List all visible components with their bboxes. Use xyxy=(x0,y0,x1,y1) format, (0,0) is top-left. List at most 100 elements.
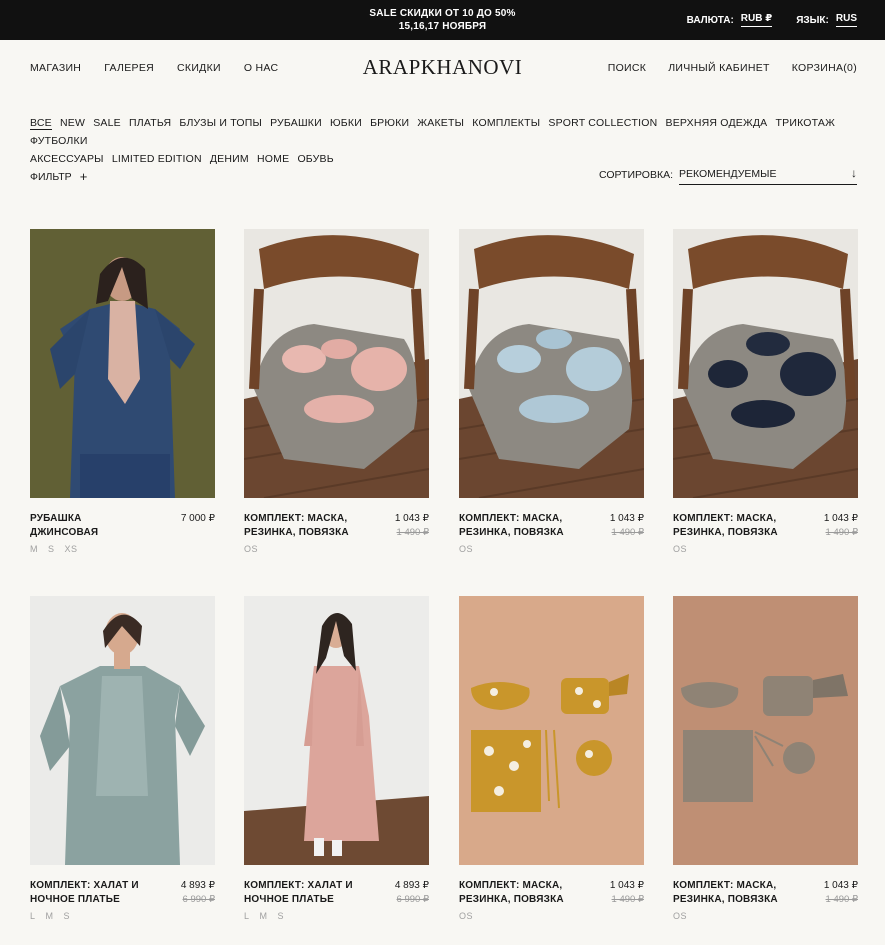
product-card[interactable]: КОМПЛЕКТ: МАСКА, РЕЗИНКА, ПОВЯЗКА 1 043 … xyxy=(673,596,858,929)
category-outerwear[interactable]: ВЕРХНЯЯ ОДЕЖДА xyxy=(666,117,768,129)
product-price: 1 043 ₽ xyxy=(823,513,858,524)
nav-search[interactable]: ПОИСК xyxy=(608,62,646,74)
category-shirts[interactable]: РУБАШКИ xyxy=(270,117,322,129)
arrow-down-icon: ↓ xyxy=(851,166,857,180)
size-option[interactable]: XS xyxy=(65,544,78,554)
product-price: 1 043 ₽ xyxy=(609,513,644,524)
product-old-price: 1 490 ₽ xyxy=(825,527,858,538)
size-list: LMS xyxy=(244,911,429,921)
site-header: МАГАЗИН ГАЛЕРЕЯ СКИДКИ О НАС ARAPKHANOVI… xyxy=(0,40,885,96)
size-option[interactable]: S xyxy=(278,911,285,921)
category-home[interactable]: HOME xyxy=(257,153,289,165)
product-old-price: 6 990 ₽ xyxy=(396,894,429,905)
product-price: 7 000 ₽ xyxy=(180,513,215,524)
language-selector[interactable]: RUS xyxy=(835,13,857,27)
promo-bar: SALE СКИДКИ ОТ 10 ДО 50% 15,16,17 НОЯБРЯ… xyxy=(0,0,885,40)
size-list: OS xyxy=(459,544,644,554)
product-image[interactable] xyxy=(30,596,215,865)
size-option[interactable]: L xyxy=(30,911,36,921)
plus-icon: + xyxy=(79,169,88,184)
product-image[interactable] xyxy=(459,596,644,865)
product-card[interactable]: КОМПЛЕКТ: МАСКА, РЕЗИНКА, ПОВЯЗКА 1 043 … xyxy=(244,229,429,562)
category-trousers[interactable]: БРЮКИ xyxy=(370,117,409,129)
language-label: ЯЗЫК: xyxy=(796,14,829,26)
product-name[interactable]: КОМПЛЕКТ: МАСКА, РЕЗИНКА, ПОВЯЗКА xyxy=(244,512,364,540)
product-card[interactable]: КОМПЛЕКТ: МАСКА, РЕЗИНКА, ПОВЯЗКА 1 043 … xyxy=(673,229,858,562)
category-sets[interactable]: КОМПЛЕКТЫ xyxy=(472,117,540,129)
product-price: 1 043 ₽ xyxy=(609,880,644,891)
category-limited[interactable]: LIMITED EDITION xyxy=(112,153,202,165)
sort-select[interactable]: РЕКОМЕНДУЕМЫЕ ↓ xyxy=(679,166,857,185)
product-price: 1 043 ₽ xyxy=(394,513,429,524)
size-list: M S XS xyxy=(30,544,215,554)
category-knitwear[interactable]: ТРИКОТАЖ xyxy=(776,117,836,129)
product-price: 1 043 ₽ xyxy=(823,880,858,891)
category-dresses[interactable]: ПЛАТЬЯ xyxy=(129,117,171,129)
category-accessories[interactable]: АКСЕССУАРЫ xyxy=(30,153,104,165)
size-option[interactable]: OS xyxy=(673,911,687,921)
promo-settings: ВАЛЮТА: RUB ₽ ЯЗЫК: RUS xyxy=(687,13,857,27)
product-image[interactable] xyxy=(244,596,429,865)
size-option[interactable]: S xyxy=(64,911,71,921)
product-name[interactable]: КОМПЛЕКТ: ХАЛАТ И НОЧНОЕ ПЛАТЬЕ xyxy=(244,879,364,907)
product-price: 4 893 ₽ xyxy=(180,880,215,891)
product-card[interactable]: КОМПЛЕКТ: ХАЛАТ И НОЧНОЕ ПЛАТЬЕ 4 893 ₽ … xyxy=(244,596,429,929)
product-image[interactable] xyxy=(673,229,858,498)
category-shoes[interactable]: ОБУВЬ xyxy=(297,153,333,165)
category-all[interactable]: ВСЕ xyxy=(30,117,52,130)
size-list: OS xyxy=(673,911,858,921)
size-list: OS xyxy=(673,544,858,554)
product-old-price: 1 490 ₽ xyxy=(825,894,858,905)
filter-label: ФИЛЬТР xyxy=(30,170,72,183)
size-option[interactable]: OS xyxy=(244,544,258,554)
category-list: ВСЕ NEW SALE ПЛАТЬЯ БЛУЗЫ И ТОПЫ РУБАШКИ… xyxy=(30,114,860,168)
currency-selector[interactable]: RUB ₽ xyxy=(740,13,773,27)
product-image[interactable] xyxy=(244,229,429,498)
product-image[interactable] xyxy=(30,229,215,498)
size-option[interactable]: M xyxy=(30,544,38,554)
nav-cart[interactable]: КОРЗИНА(0) xyxy=(792,62,857,74)
product-image[interactable] xyxy=(673,596,858,865)
product-name[interactable]: КОМПЛЕКТ: МАСКА, РЕЗИНКА, ПОВЯЗКА xyxy=(459,879,579,907)
product-card[interactable]: РУБАШКА ДЖИНСОВАЯ 7 000 ₽ M S XS xyxy=(30,229,215,562)
size-option[interactable]: M xyxy=(260,911,268,921)
size-option[interactable]: OS xyxy=(459,544,473,554)
product-old-price: 1 490 ₽ xyxy=(611,527,644,538)
filter-toggle[interactable]: ФИЛЬТР + xyxy=(30,169,87,184)
nav-account[interactable]: ЛИЧНЫЙ КАБИНЕТ xyxy=(668,62,770,74)
size-option[interactable]: OS xyxy=(459,911,473,921)
sort-label: СОРТИРОВКА: xyxy=(599,169,673,181)
category-sale[interactable]: SALE xyxy=(93,117,121,129)
sort-value: РЕКОМЕНДУЕМЫЕ xyxy=(679,168,777,180)
product-name[interactable]: РУБАШКА ДЖИНСОВАЯ xyxy=(30,512,150,540)
product-name[interactable]: КОМПЛЕКТ: МАСКА, РЕЗИНКА, ПОВЯЗКА xyxy=(673,879,793,907)
size-list: LMS xyxy=(30,911,215,921)
product-image[interactable] xyxy=(459,229,644,498)
user-nav: ПОИСК ЛИЧНЫЙ КАБИНЕТ КОРЗИНА(0) xyxy=(586,62,857,74)
product-name[interactable]: КОМПЛЕКТ: МАСКА, РЕЗИНКА, ПОВЯЗКА xyxy=(673,512,793,540)
category-tshirts[interactable]: ФУТБОЛКИ xyxy=(30,135,88,147)
product-old-price: 6 990 ₽ xyxy=(182,894,215,905)
size-list: OS xyxy=(244,544,429,554)
product-name[interactable]: КОМПЛЕКТ: МАСКА, РЕЗИНКА, ПОВЯЗКА xyxy=(459,512,579,540)
product-old-price: 1 490 ₽ xyxy=(611,894,644,905)
size-list: OS xyxy=(459,911,644,921)
category-denim[interactable]: ДЕНИМ xyxy=(210,153,249,165)
product-card[interactable]: КОМПЛЕКТ: МАСКА, РЕЗИНКА, ПОВЯЗКА 1 043 … xyxy=(459,229,644,562)
currency-label: ВАЛЮТА: xyxy=(686,14,734,26)
size-option[interactable]: M xyxy=(46,911,54,921)
category-skirts[interactable]: ЮБКИ xyxy=(330,117,362,129)
product-card[interactable]: КОМПЛЕКТ: ХАЛАТ И НОЧНОЕ ПЛАТЬЕ 4 893 ₽ … xyxy=(30,596,215,929)
product-name[interactable]: КОМПЛЕКТ: ХАЛАТ И НОЧНОЕ ПЛАТЬЕ xyxy=(30,879,150,907)
size-option[interactable]: S xyxy=(48,544,55,554)
product-price: 4 893 ₽ xyxy=(394,880,429,891)
category-sport[interactable]: SPORT COLLECTION xyxy=(548,117,657,129)
size-option[interactable]: L xyxy=(244,911,250,921)
product-card[interactable]: КОМПЛЕКТ: МАСКА, РЕЗИНКА, ПОВЯЗКА 1 043 … xyxy=(459,596,644,929)
product-old-price: 1 490 ₽ xyxy=(396,527,429,538)
category-jackets[interactable]: ЖАКЕТЫ xyxy=(417,117,464,129)
category-new[interactable]: NEW xyxy=(60,117,85,129)
category-blouses[interactable]: БЛУЗЫ И ТОПЫ xyxy=(179,117,262,129)
sort-control: СОРТИРОВКА: РЕКОМЕНДУЕМЫЕ ↓ xyxy=(599,166,857,185)
size-option[interactable]: OS xyxy=(673,544,687,554)
